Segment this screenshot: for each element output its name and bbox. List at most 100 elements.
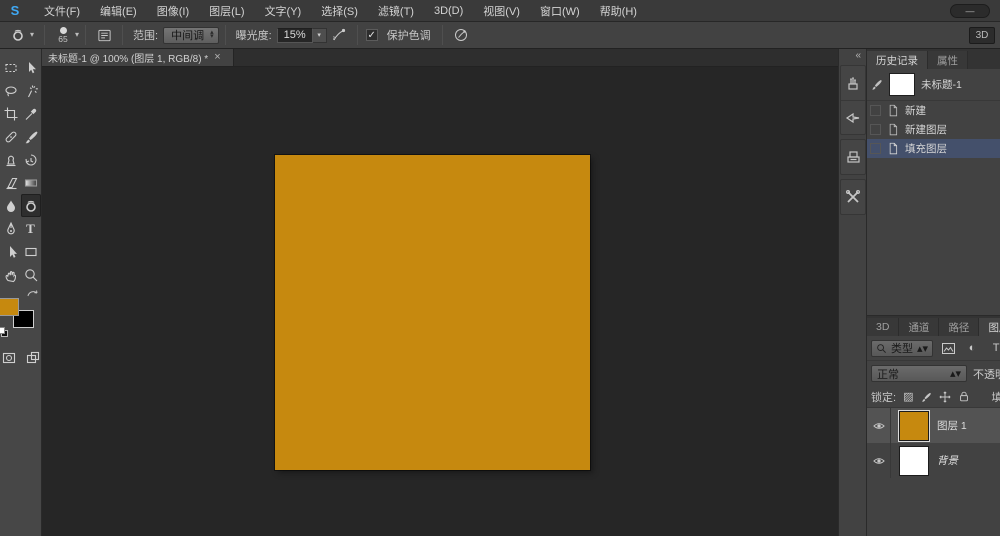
tool-preset-picker[interactable]: ▾ [5,27,38,43]
history-brush-tool[interactable] [21,148,41,171]
quick-mask-mode-button[interactable] [0,346,19,369]
zoom-tool[interactable] [21,263,41,286]
menu-file[interactable]: 文件(F) [34,0,90,22]
menu-select[interactable]: 选择(S) [311,0,368,22]
history-brush-source-icon[interactable] [870,78,883,91]
updown-arrows-icon: ▴▾ [917,342,928,355]
eraser-tool[interactable] [1,171,21,194]
range-dropdown[interactable]: 中间调 ▴▾ [163,27,219,44]
filter-type-layers-icon[interactable]: T [987,340,1000,357]
history-state-row[interactable]: 新建 [867,101,1000,120]
burn-tool[interactable] [21,194,41,217]
history-snapshot-row[interactable]: 未标题-1 [867,69,1000,101]
menu-view[interactable]: 视图(V) [473,0,530,22]
filter-pixel-layers-icon[interactable] [939,340,957,357]
clone-stamp-tool[interactable] [1,148,21,171]
history-brush-checkbox[interactable] [870,143,881,154]
blur-tool[interactable] [1,194,21,217]
lock-all-icon[interactable] [958,390,970,403]
rectangular-marquee-tool[interactable] [1,56,21,79]
divider [225,25,226,45]
document-canvas[interactable] [275,155,590,470]
lock-position-icon[interactable] [939,391,951,403]
menu-layer[interactable]: 图层(L) [199,0,254,22]
menu-window[interactable]: 窗口(W) [530,0,590,22]
blend-mode-dropdown[interactable]: 正常 ▴▾ [871,365,967,382]
divider [44,25,45,45]
exposure-slider-button[interactable]: ▾ [313,28,327,43]
crop-tool[interactable] [1,102,21,125]
tab-history[interactable]: 历史记录 [867,51,928,69]
3d-filter-panel-icon[interactable] [841,100,865,134]
divider [85,25,86,45]
collapsed-panel-dock: « [838,49,866,536]
document-tab[interactable]: 未标题-1 @ 100% (图层 1, RGB/8) * × [42,49,234,66]
type-tool[interactable]: T [21,217,41,240]
rectangle-shape-tool[interactable] [21,240,41,263]
layer-name[interactable]: 背景 [937,453,958,468]
spot-healing-brush-tool[interactable] [1,125,21,148]
swap-colors-icon[interactable] [26,288,40,299]
exposure-input[interactable]: 15% [277,28,313,43]
tablet-pressure-toggle-icon[interactable] [449,25,473,45]
hand-tool[interactable] [1,263,21,286]
default-colors-icon[interactable] [0,327,9,338]
window-control-button[interactable]: — [950,4,990,18]
airbrush-toggle-icon[interactable] [327,25,351,45]
layer-visibility-toggle[interactable] [867,443,891,478]
layer-visibility-toggle[interactable] [867,408,891,443]
type-tool-glyph: T [26,221,35,237]
tab-channels[interactable]: 通道 [899,318,939,336]
menu-3d[interactable]: 3D(D) [424,0,473,22]
tab-layers[interactable]: 图层 [979,318,1000,336]
menu-edit[interactable]: 编辑(E) [90,0,147,22]
eye-icon [872,420,886,432]
photoshop-window: S 文件(F) 编辑(E) 图像(I) 图层(L) 文字(Y) 选择(S) 滤镜… [0,0,1000,536]
toggle-brush-panel-button[interactable] [92,25,116,45]
canvas-viewport[interactable] [42,67,838,536]
history-brush-checkbox[interactable] [870,105,881,116]
lock-transparent-pixels-icon[interactable]: ▨ [903,390,913,403]
gradient-tool[interactable] [21,171,41,194]
tab-paths[interactable]: 路径 [939,318,979,336]
menu-image[interactable]: 图像(I) [147,0,199,22]
layer-row-background[interactable]: 背景 [867,443,1000,478]
menu-help[interactable]: 帮助(H) [590,0,647,22]
tool-presets-panel-icon[interactable] [841,180,865,214]
tab-3d[interactable]: 3D [867,318,899,336]
filter-adjustment-layers-icon[interactable]: ◐ [963,340,981,357]
layer-row-layer1[interactable]: 图层 1 [867,408,1000,443]
lock-image-pixels-icon[interactable] [920,391,932,403]
clone-source-panel-icon[interactable] [841,140,865,174]
layer-thumbnail[interactable] [899,411,929,441]
3d-scene-panel-icon[interactable] [841,66,865,100]
pen-tool[interactable] [1,217,21,240]
lasso-tool[interactable] [1,79,21,102]
burn-tool-icon [9,27,27,43]
snapshot-thumbnail[interactable] [889,73,915,96]
history-state-icon [887,104,899,117]
workspace-3d-button[interactable]: 3D [969,27,995,44]
tab-properties[interactable]: 属性 [928,51,968,69]
menu-bar: S 文件(F) 编辑(E) 图像(I) 图层(L) 文字(Y) 选择(S) 滤镜… [0,0,1000,22]
layer-name[interactable]: 图层 1 [937,418,967,433]
move-tool[interactable] [21,56,41,79]
menu-type[interactable]: 文字(Y) [255,0,312,22]
layer-thumbnail[interactable] [899,446,929,476]
eyedropper-tool[interactable] [21,102,41,125]
chevron-down-icon[interactable]: ▾ [75,31,79,39]
brush-tool[interactable] [21,125,41,148]
protect-tones-checkbox[interactable]: ✓ [366,29,378,41]
path-selection-tool[interactable] [1,240,21,263]
magic-wand-tool[interactable] [21,79,41,102]
history-state-row[interactable]: 新建图层 [867,120,1000,139]
layer-filter-dropdown[interactable]: 类型 ▴▾ [871,340,933,357]
brush-preset-picker[interactable]: 65 [51,27,75,44]
foreground-color-swatch[interactable] [0,298,19,316]
expand-panels-icon[interactable]: « [855,49,866,61]
close-icon[interactable]: × [214,52,220,63]
screen-mode-button[interactable] [23,346,43,369]
history-state-row-selected[interactable]: 填充图层 [867,139,1000,158]
menu-filter[interactable]: 滤镜(T) [368,0,424,22]
history-brush-checkbox[interactable] [870,124,881,135]
